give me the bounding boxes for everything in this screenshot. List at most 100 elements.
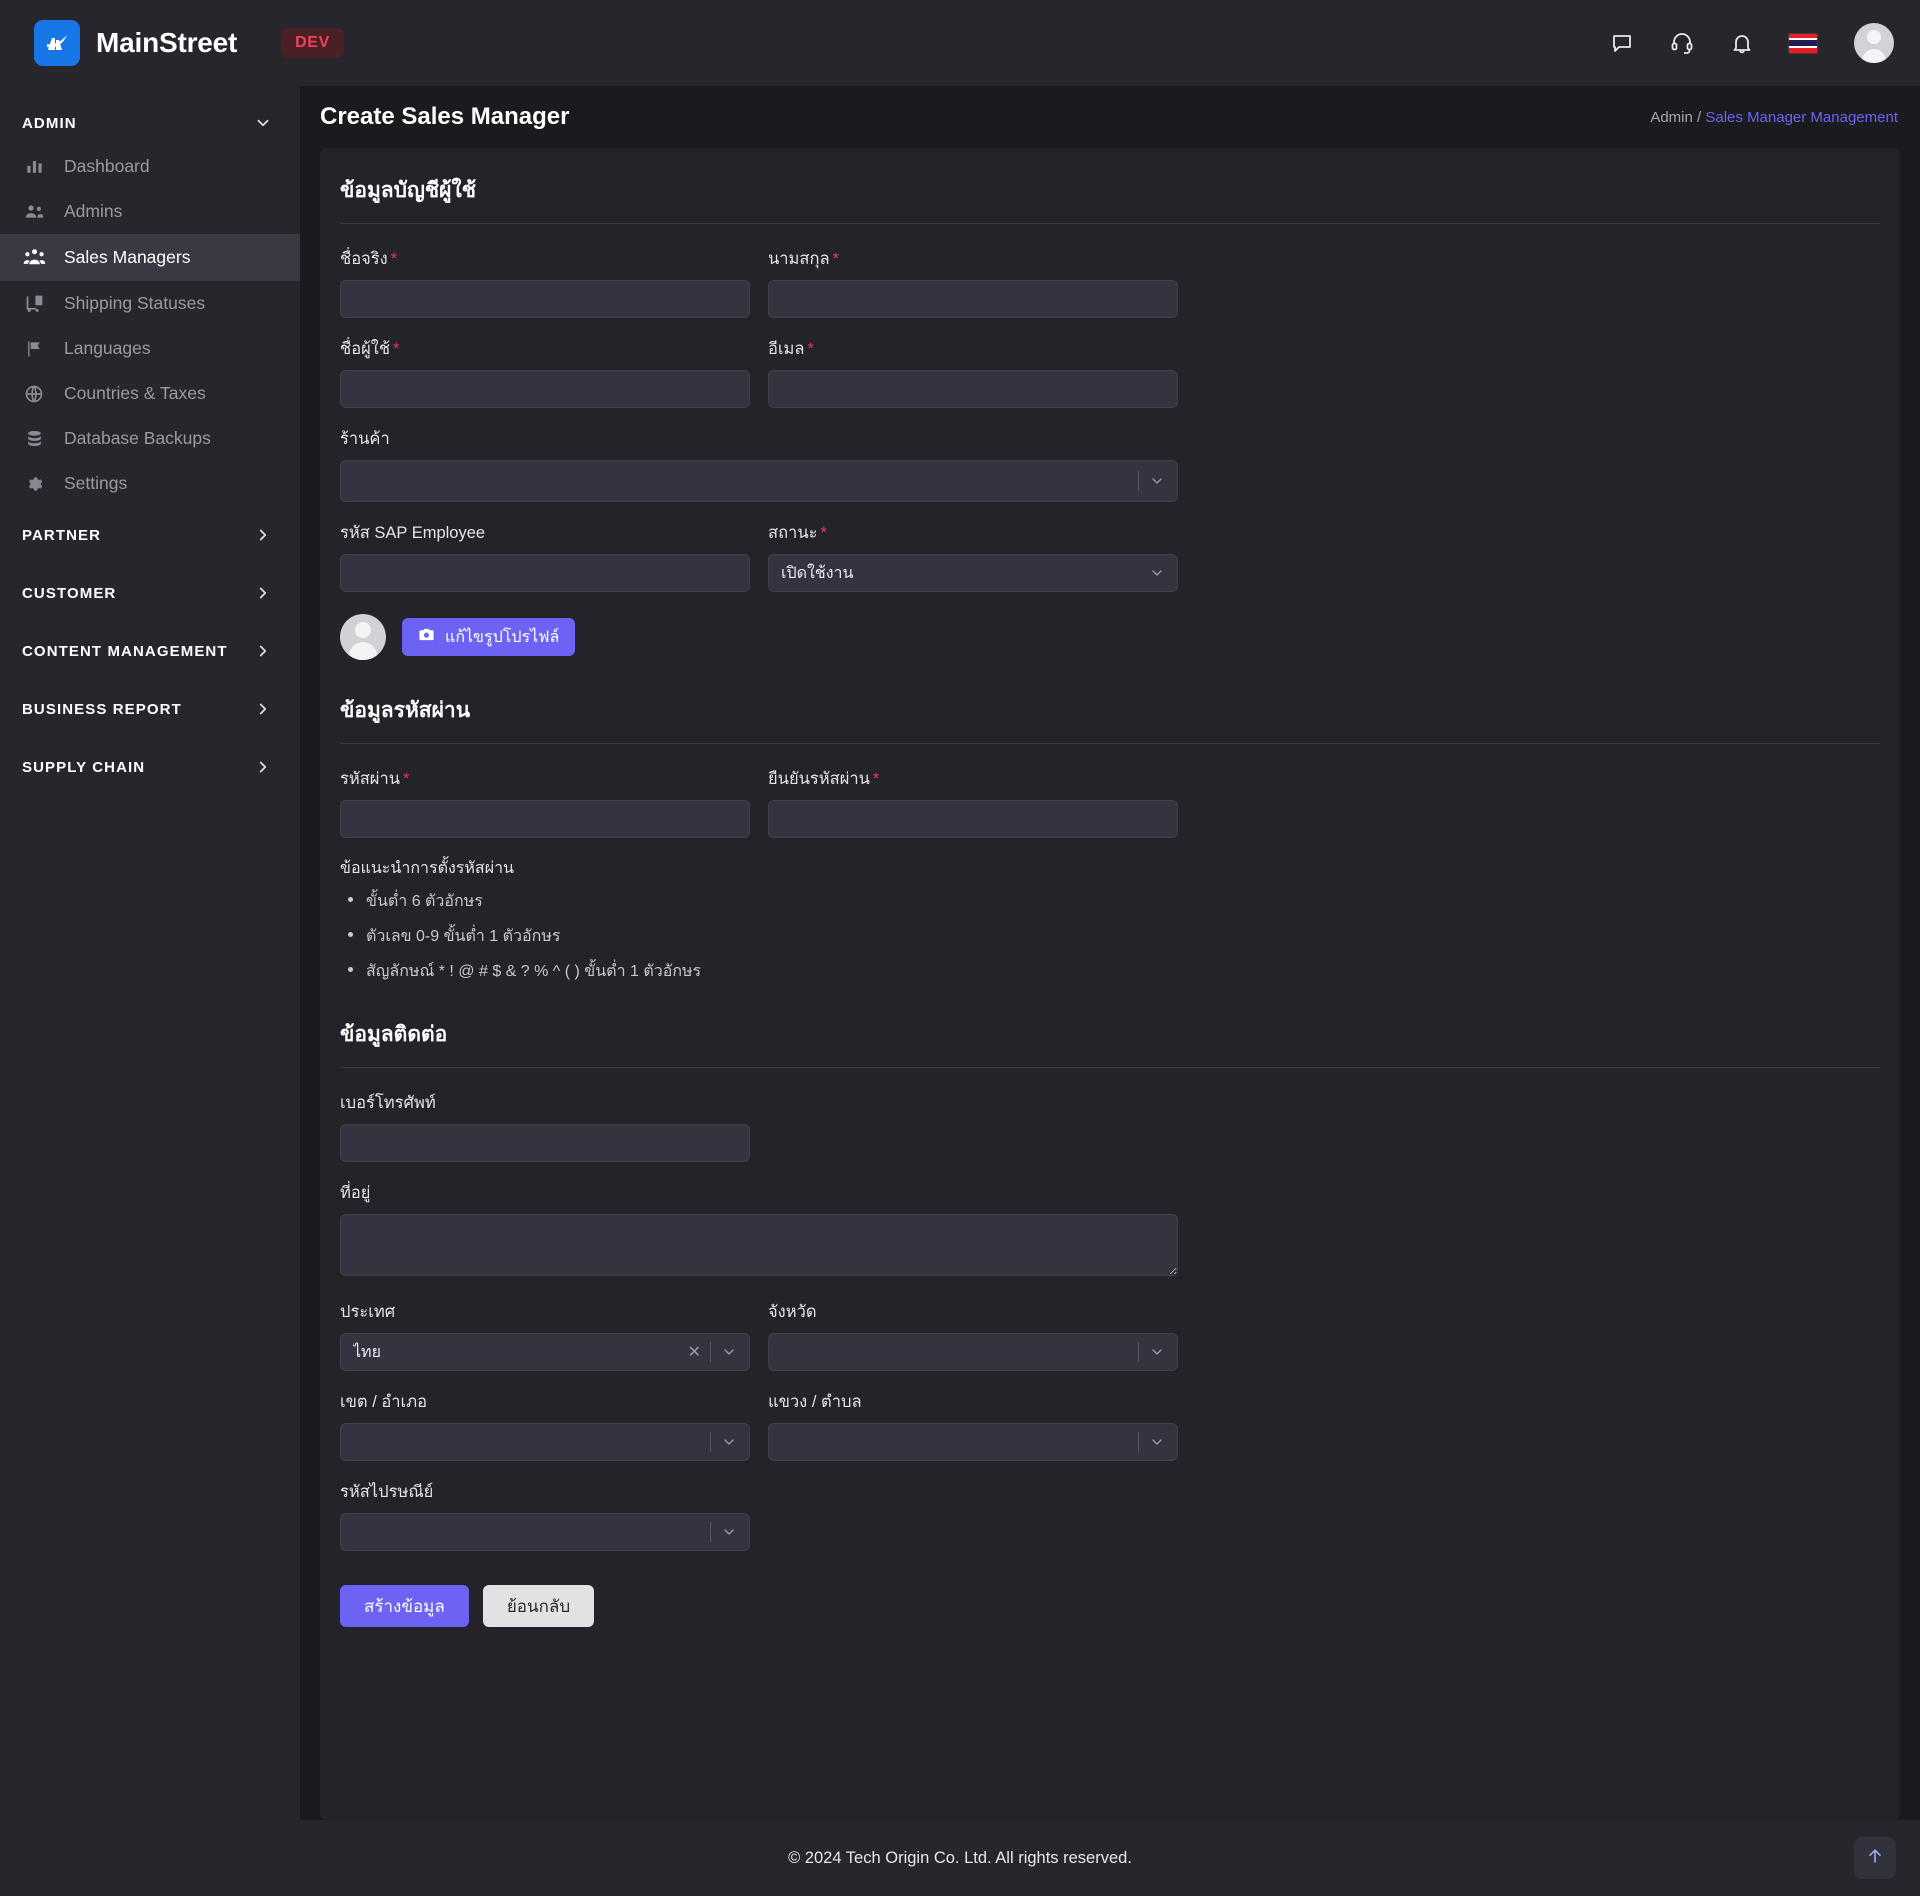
phone-label: เบอร์โทรศัพท์ xyxy=(340,1094,436,1112)
confirm-password-input[interactable] xyxy=(768,800,1178,838)
headset-icon[interactable] xyxy=(1668,29,1696,57)
user-avatar[interactable] xyxy=(1854,23,1894,63)
phone-input[interactable] xyxy=(340,1124,750,1162)
page-footer: © 2024 Tech Origin Co. Ltd. All rights r… xyxy=(0,1820,1920,1896)
back-button[interactable]: ย้อนกลับ xyxy=(482,1585,595,1627)
first-name-label: ชื่อจริง * xyxy=(340,246,750,272)
credentials-row: ชื่อผู้ใช้ * อีเมล * xyxy=(340,336,1880,408)
store-select-box[interactable] xyxy=(340,460,1178,502)
sidebar-group-supply-chain-label: SUPPLY CHAIN xyxy=(22,758,146,776)
clear-icon[interactable]: ✕ xyxy=(679,1342,710,1362)
sidebar-item-dashboard[interactable]: Dashboard xyxy=(0,144,300,189)
account-section-title: ข้อมูลบัญชีผู้ใช้ xyxy=(340,179,476,202)
sidebar-group-partner[interactable]: PARTNER xyxy=(0,506,300,564)
email-label-text: อีเมล xyxy=(768,340,805,358)
chevron-down-icon[interactable] xyxy=(711,1434,737,1450)
sidebar-item-database-backups[interactable]: Database Backups xyxy=(0,416,300,461)
district-select[interactable] xyxy=(340,1423,750,1461)
province-select[interactable] xyxy=(768,1333,1178,1371)
phone-group: เบอร์โทรศัพท์ xyxy=(340,1090,750,1162)
sidebar-item-settings[interactable]: Settings xyxy=(0,461,300,506)
chevron-down-icon[interactable] xyxy=(711,1344,737,1360)
store-select[interactable] xyxy=(340,460,1178,502)
sidebar-group-partner-label: PARTNER xyxy=(22,526,102,544)
thai-flag-icon[interactable] xyxy=(1788,32,1818,54)
sidebar-item-countries-taxes[interactable]: Countries & Taxes xyxy=(0,371,300,416)
chevron-down-icon[interactable] xyxy=(1139,1434,1165,1450)
password-section: ข้อมูลรหัสผ่าน รหัสผ่าน * ยืนยันรหัสผ่าน * xyxy=(340,694,1880,984)
bell-icon[interactable] xyxy=(1728,29,1756,57)
profile-photo-row: แก้ไขรูปโปรไฟล์ xyxy=(340,614,1880,660)
chevron-down-icon[interactable] xyxy=(1139,565,1165,581)
last-name-input[interactable] xyxy=(768,280,1178,318)
sidebar-item-label: Admins xyxy=(64,201,123,221)
email-input[interactable] xyxy=(768,370,1178,408)
sidebar-group-admin[interactable]: ADMIN xyxy=(0,102,300,144)
password-group: รหัสผ่าน * xyxy=(340,766,750,838)
country-group: ประเทศ ไทย ✕ xyxy=(340,1299,750,1371)
sidebar-item-sales-managers[interactable]: Sales Managers xyxy=(0,234,300,281)
sidebar-item-label: Database Backups xyxy=(64,428,211,448)
topbar-icon-group xyxy=(1608,23,1894,63)
password-input[interactable] xyxy=(340,800,750,838)
postcode-label: รหัสไปรษณีย์ xyxy=(340,1483,434,1501)
country-label: ประเทศ xyxy=(340,1303,396,1321)
first-name-label-text: ชื่อจริง xyxy=(340,250,388,268)
username-label-text: ชื่อผู้ใช้ xyxy=(340,340,391,358)
page-header: Create Sales Manager Admin / Sales Manag… xyxy=(300,86,1920,148)
phone-row: เบอร์โทรศัพท์ xyxy=(340,1090,1880,1162)
users-icon xyxy=(22,201,46,222)
subdistrict-label: แขวง / ตำบล xyxy=(768,1393,862,1411)
sidebar-item-admins[interactable]: Admins xyxy=(0,189,300,234)
globe-icon xyxy=(22,384,46,404)
brand-logo-group[interactable]: MainStreet xyxy=(34,20,237,66)
required-asterisk: * xyxy=(403,770,410,788)
breadcrumb: Admin / Sales Manager Management xyxy=(1650,109,1898,126)
sidebar-group-supply-chain[interactable]: SUPPLY CHAIN xyxy=(0,738,300,796)
address-textarea[interactable] xyxy=(340,1214,1178,1276)
sap-status-row: รหัส SAP Employee สถานะ * เปิดใช้งาน xyxy=(340,520,1880,592)
form-actions: สร้างข้อมูล ย้อนกลับ xyxy=(340,1585,1880,1627)
contact-section-title: ข้อมูลติดต่อ xyxy=(340,1023,448,1046)
postcode-row-spacer xyxy=(768,1479,1178,1551)
database-icon xyxy=(22,429,46,448)
country-select[interactable]: ไทย ✕ xyxy=(340,1333,750,1371)
sap-input[interactable] xyxy=(340,554,750,592)
postcode-select[interactable] xyxy=(340,1513,750,1551)
scroll-to-top-button[interactable] xyxy=(1854,1837,1896,1879)
sidebar-group-customer[interactable]: CUSTOMER xyxy=(0,564,300,622)
breadcrumb-current[interactable]: Sales Manager Management xyxy=(1705,109,1898,126)
chat-icon[interactable] xyxy=(1608,29,1636,57)
confirm-password-label: ยืนยันรหัสผ่าน * xyxy=(768,766,1178,792)
sidebar-group-content-management[interactable]: CONTENT MANAGEMENT xyxy=(0,622,300,680)
sidebar-group-business-report[interactable]: BUSINESS REPORT xyxy=(0,680,300,738)
chevron-down-icon[interactable] xyxy=(1139,473,1165,489)
province-group: จังหวัด xyxy=(768,1299,1178,1371)
subdistrict-select[interactable] xyxy=(768,1423,1178,1461)
first-name-input[interactable] xyxy=(340,280,750,318)
username-label: ชื่อผู้ใช้ * xyxy=(340,336,750,362)
chevron-down-icon[interactable] xyxy=(1139,1344,1165,1360)
sidebar-item-label: Countries & Taxes xyxy=(64,383,206,403)
status-label-text: สถานะ xyxy=(768,524,818,542)
sidebar-item-languages[interactable]: Languages xyxy=(0,326,300,371)
submit-button[interactable]: สร้างข้อมูล xyxy=(340,1585,469,1627)
username-input[interactable] xyxy=(340,370,750,408)
status-select[interactable]: เปิดใช้งาน xyxy=(768,554,1178,592)
first-name-group: ชื่อจริง * xyxy=(340,246,750,318)
sidebar-group-customer-label: CUSTOMER xyxy=(22,584,117,602)
last-name-label: นามสกุล * xyxy=(768,246,1178,272)
required-asterisk: * xyxy=(832,250,840,268)
sidebar-item-shipping-statuses[interactable]: Shipping Statuses xyxy=(0,281,300,326)
bar-chart-icon xyxy=(22,157,46,176)
address-row: ที่อยู่ xyxy=(340,1180,1880,1281)
last-name-group: นามสกุล * xyxy=(768,246,1178,318)
arrow-up-icon xyxy=(1865,1846,1885,1871)
edit-profile-photo-button[interactable]: แก้ไขรูปโปรไฟล์ xyxy=(402,618,576,656)
district-label: เขต / อำเภอ xyxy=(340,1393,427,1411)
sidebar-group-admin-label: ADMIN xyxy=(22,114,77,132)
postcode-row: รหัสไปรษณีย์ xyxy=(340,1479,1880,1551)
password-label-text: รหัสผ่าน xyxy=(340,770,401,788)
people-group-icon xyxy=(22,246,46,269)
chevron-down-icon[interactable] xyxy=(711,1524,737,1540)
